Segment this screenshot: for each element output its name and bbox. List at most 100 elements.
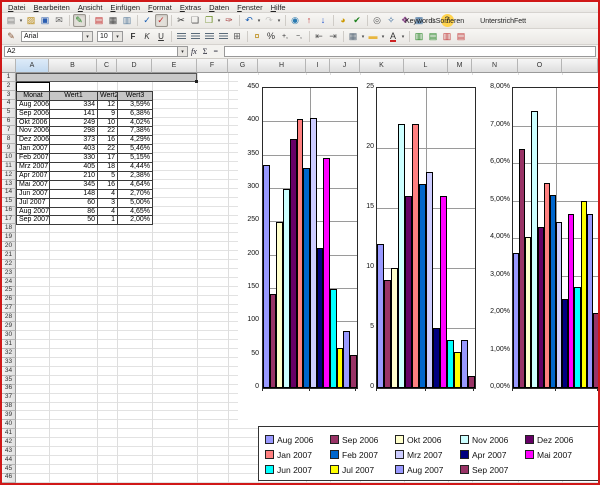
menu-ansicht[interactable]: Ansicht	[74, 2, 107, 13]
font-name-combo[interactable]: Arial	[21, 31, 93, 42]
table-cell[interactable]: 2,70%	[118, 190, 153, 199]
formula-input[interactable]	[224, 46, 596, 57]
table-cell[interactable]: 249	[50, 119, 98, 128]
table-cell[interactable]: 86	[50, 208, 98, 217]
custom-button-keywordssortieren[interactable]: KeywordsSortieren	[401, 16, 468, 27]
background-color-button[interactable]: ▬	[367, 30, 380, 43]
save-button[interactable]: ▣	[39, 14, 52, 27]
legend-entry-sep-2006[interactable]: Sep 2006	[330, 435, 395, 445]
column-header-b[interactable]: B	[49, 59, 97, 73]
row-header-37[interactable]: 37	[2, 394, 16, 403]
row-header-8[interactable]: 8	[2, 135, 16, 144]
table-cell[interactable]: 4,65%	[118, 208, 153, 217]
select-all-corner[interactable]	[2, 59, 16, 73]
sum-button[interactable]: Σ	[203, 47, 208, 56]
table-cell[interactable]: 4,44%	[118, 163, 153, 172]
row-header-40[interactable]: 40	[2, 420, 16, 429]
increase-indent-button[interactable]: ⇥	[327, 30, 340, 43]
table-cell[interactable]: 50	[50, 216, 98, 225]
styles-button[interactable]: ✎	[5, 30, 18, 43]
table-cell[interactable]: 10	[98, 119, 118, 128]
table-cell[interactable]: Nov 2006	[17, 127, 50, 136]
table-cell[interactable]: Jun 2007	[17, 190, 50, 199]
table-cell[interactable]: 6,38%	[118, 110, 153, 119]
legend-entry-feb-2007[interactable]: Feb 2007	[330, 450, 395, 460]
new-document-button[interactable]: ▤	[5, 14, 18, 27]
row-header-32[interactable]: 32	[2, 349, 16, 358]
row-header-7[interactable]: 7	[2, 126, 16, 135]
column-header-g[interactable]: G	[228, 59, 258, 73]
column-header-j[interactable]: J	[330, 59, 360, 73]
table-cell[interactable]: 330	[50, 154, 98, 163]
sort-descending-button[interactable]: ↓	[317, 14, 330, 27]
row-header-15[interactable]: 15	[2, 198, 16, 207]
legend-entry-dez-2006[interactable]: Dez 2006	[525, 435, 590, 445]
row-header-14[interactable]: 14	[2, 189, 16, 198]
table-cell[interactable]: Jan 2007	[17, 145, 50, 154]
row-header-31[interactable]: 31	[2, 340, 16, 349]
font-color-button[interactable]: A	[387, 30, 400, 43]
underline-button[interactable]: U	[155, 30, 168, 43]
table-cell[interactable]: Mrz 2007	[17, 163, 50, 172]
row-header-29[interactable]: 29	[2, 322, 16, 331]
row-header-1[interactable]: 1	[2, 73, 16, 82]
column-header-d[interactable]: D	[117, 59, 152, 73]
menu-datei[interactable]: Datei	[4, 2, 30, 13]
row-header-20[interactable]: 20	[2, 242, 16, 251]
row-header-10[interactable]: 10	[2, 153, 16, 162]
row-header-39[interactable]: 39	[2, 411, 16, 420]
find-and-replace-button[interactable]: ◎	[371, 14, 384, 27]
borders-button[interactable]: ▦	[347, 30, 360, 43]
legend-entry-mai-2007[interactable]: Mai 2007	[525, 450, 590, 460]
table-cell[interactable]: 18	[98, 163, 118, 172]
row-header-22[interactable]: 22	[2, 260, 16, 269]
add-decimal-button[interactable]: +,	[279, 30, 292, 43]
table-cell[interactable]: Feb 2007	[17, 154, 50, 163]
table-cell[interactable]: 4,02%	[118, 119, 153, 128]
table-cell[interactable]: 16	[98, 136, 118, 145]
table-header-wert2[interactable]: Wert2	[98, 92, 118, 101]
font-color-dropdown-icon[interactable]	[400, 34, 406, 40]
menu-hilfe[interactable]: Hilfe	[267, 2, 290, 13]
undo-dropdown-icon[interactable]	[256, 18, 262, 24]
italic-button[interactable]: K	[141, 30, 154, 43]
row-header-18[interactable]: 18	[2, 224, 16, 233]
font-name-dropdown-icon[interactable]	[82, 32, 92, 41]
bold-button[interactable]: F	[127, 30, 140, 43]
row-header-11[interactable]: 11	[2, 162, 16, 171]
edit-file-button[interactable]: ✎	[73, 14, 86, 27]
row-header-5[interactable]: 5	[2, 109, 16, 118]
row-header-36[interactable]: 36	[2, 385, 16, 394]
redo-dropdown-icon[interactable]	[276, 18, 282, 24]
name-box-dropdown-icon[interactable]	[177, 47, 187, 56]
column-header-i[interactable]: I	[306, 59, 330, 73]
table-cell[interactable]: 12	[98, 101, 118, 110]
column-header-l[interactable]: L	[404, 59, 448, 73]
send-email-button[interactable]: ✉	[53, 14, 66, 27]
table-cell[interactable]: 373	[50, 136, 98, 145]
merge-cells-button[interactable]: ⊞	[231, 30, 244, 43]
column-header-c[interactable]: C	[97, 59, 117, 73]
table-cell[interactable]: 22	[98, 127, 118, 136]
legend-entry-jan-2007[interactable]: Jan 2007	[265, 450, 330, 460]
insert-columns-button[interactable]: ▥	[413, 30, 426, 43]
table-cell[interactable]: 16	[98, 181, 118, 190]
table-cell[interactable]: Aug 2006	[17, 101, 50, 110]
row-header-33[interactable]: 33	[2, 358, 16, 367]
table-cell[interactable]: 298	[50, 127, 98, 136]
align-left-button[interactable]	[175, 30, 188, 43]
paste-button[interactable]: ❐	[203, 14, 216, 27]
redo-button[interactable]: ↷	[263, 14, 276, 27]
table-cell[interactable]: Aug 2007	[17, 208, 50, 217]
column-header-a[interactable]: A	[16, 59, 49, 73]
menu-bearbeiten[interactable]: Bearbeiten	[30, 2, 74, 13]
table-cell[interactable]: 3	[98, 199, 118, 208]
auto-spellcheck-button[interactable]: ✓	[155, 14, 168, 27]
align-justified-button[interactable]	[217, 30, 230, 43]
page-preview-button[interactable]: ▥	[121, 14, 134, 27]
borders-dropdown-icon[interactable]	[360, 34, 366, 40]
paste-dropdown-icon[interactable]	[216, 18, 222, 24]
clone-formatting-button[interactable]: ✑	[223, 14, 236, 27]
new-document-dropdown-icon[interactable]	[18, 18, 24, 24]
table-cell[interactable]: 210	[50, 172, 98, 181]
